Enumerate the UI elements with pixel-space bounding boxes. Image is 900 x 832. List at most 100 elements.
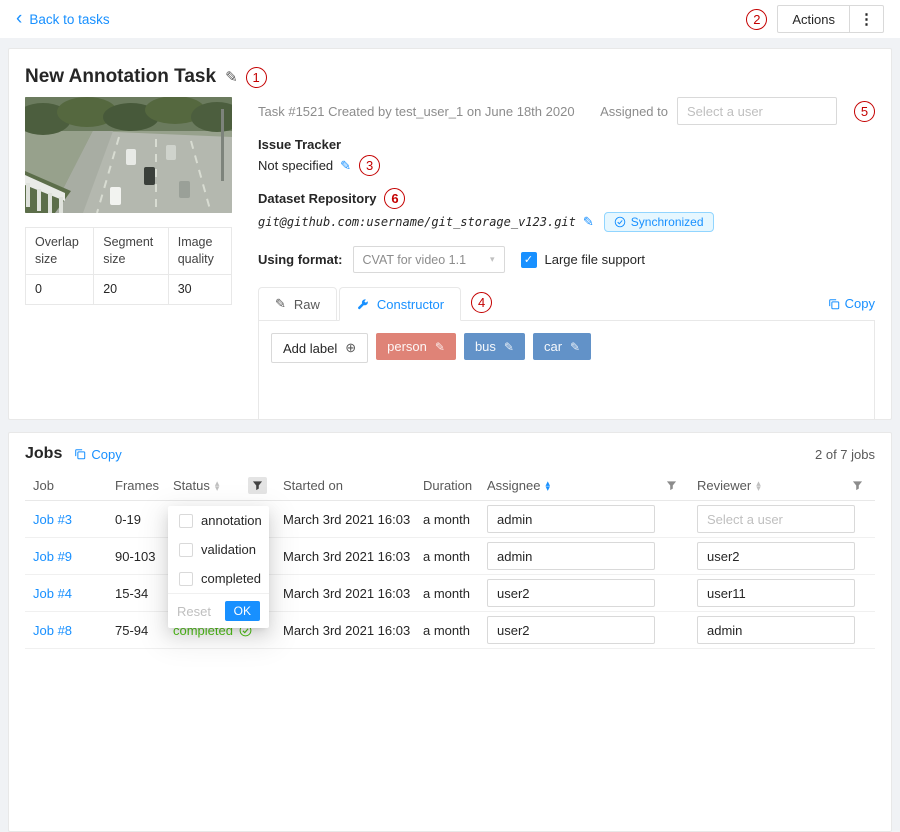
task-body: Overlap size Segment size Image quality …: [25, 97, 875, 420]
jobs-copy-link[interactable]: Copy: [74, 447, 121, 462]
checkbox-unchecked[interactable]: [179, 572, 193, 586]
params-header-row: Overlap size Segment size Image quality: [26, 228, 232, 275]
edit-label-icon[interactable]: ✎: [570, 340, 580, 354]
task-meta-text: Task #1521 Created by test_user_1 on Jun…: [258, 104, 575, 119]
sync-status-text: Synchronized: [631, 215, 704, 229]
more-vertical-icon[interactable]: ⋮: [850, 6, 883, 32]
status-sort-icon[interactable]: ▴▾: [215, 481, 220, 491]
column-header-reviewer: Reviewer ▴▾: [689, 471, 875, 501]
edit-label-icon[interactable]: ✎: [504, 340, 514, 354]
sync-icon: [614, 216, 626, 228]
assigned-to-group: Assigned to 5: [600, 97, 875, 125]
assignee-sort-icon[interactable]: ▴▾: [545, 481, 550, 491]
reviewer-filter-icon[interactable]: [848, 477, 867, 494]
dataset-repository-url[interactable]: git@github.com:username/git_storage_v123…: [258, 215, 576, 229]
status-filter-icon[interactable]: [248, 477, 267, 494]
checkbox-unchecked[interactable]: [179, 543, 193, 557]
job-frames: 0-19: [107, 501, 165, 538]
column-header-frames: Frames: [107, 471, 165, 501]
column-header-started-on: Started on: [275, 471, 415, 501]
back-to-tasks-link[interactable]: ‹ Back to tasks: [16, 11, 110, 28]
assignee-select[interactable]: [487, 542, 655, 570]
label-car-name: car: [544, 339, 562, 354]
filter-option-label: annotation: [201, 513, 262, 528]
task-details-card: New Annotation Task ✎ 1: [8, 48, 892, 420]
checkbox-unchecked[interactable]: [179, 514, 193, 528]
label-badge-person[interactable]: person ✎: [376, 333, 456, 360]
label-badge-bus[interactable]: bus ✎: [464, 333, 525, 360]
reviewer-select[interactable]: [697, 505, 855, 533]
jobs-table-header-row: Job Frames Status ▴▾ Started on: [25, 471, 875, 501]
task-preview-image: [25, 97, 232, 213]
filter-option-annotation[interactable]: annotation: [168, 506, 269, 535]
filter-ok-button[interactable]: OK: [225, 601, 260, 621]
edit-issue-tracker-icon[interactable]: ✎: [340, 158, 351, 174]
filter-reset-button[interactable]: Reset: [177, 604, 211, 619]
actions-button[interactable]: Actions ⋮: [777, 5, 884, 33]
filter-footer: Reset OK: [168, 593, 269, 628]
column-header-assignee: Assignee ▴▾: [479, 471, 689, 501]
filter-option-label: completed: [201, 571, 261, 586]
label-person-name: person: [387, 339, 427, 354]
job-link[interactable]: Job #3: [33, 512, 72, 527]
job-frames: 90-103: [107, 538, 165, 575]
chevron-left-icon: ‹: [16, 9, 22, 28]
assigned-to-select[interactable]: [677, 97, 837, 125]
task-title: New Annotation Task: [25, 66, 216, 88]
pencil-icon: ✎: [275, 296, 286, 312]
job-row-3: Job #4 15-34 March 3rd 2021 16:03 a mont…: [25, 575, 875, 612]
filter-option-completed[interactable]: completed: [168, 564, 269, 593]
jobs-table: Job Frames Status ▴▾ Started on: [25, 471, 875, 649]
callout-5: 5: [854, 101, 875, 122]
task-title-row: New Annotation Task ✎ 1: [25, 63, 875, 91]
assignee-select[interactable]: [487, 579, 655, 607]
job-row-1: Job #3 0-19 March 3rd 2021 16:03 a month: [25, 501, 875, 538]
large-file-support-checkbox[interactable]: ✓: [521, 252, 537, 268]
copy-icon: [828, 298, 840, 310]
params-value-row: 0 20 30: [26, 274, 232, 304]
tab-raw[interactable]: ✎ Raw: [258, 287, 337, 321]
dataset-repository-label: Dataset Repository: [258, 191, 376, 206]
edit-title-icon[interactable]: ✎: [225, 68, 238, 86]
job-row-4: Job #8 75-94 completed March 3rd 2021 16…: [25, 612, 875, 649]
filter-option-validation[interactable]: validation: [168, 535, 269, 564]
reviewer-select[interactable]: [697, 579, 855, 607]
edit-label-icon[interactable]: ✎: [435, 340, 445, 354]
add-label-text: Add label: [283, 341, 337, 356]
reviewer-sort-icon[interactable]: ▴▾: [756, 481, 761, 491]
reviewer-select[interactable]: [697, 616, 855, 644]
job-link[interactable]: Job #8: [33, 623, 72, 638]
assignee-column-label: Assignee: [487, 478, 540, 493]
param-image-quality-value: 30: [168, 274, 231, 304]
labels-copy-link[interactable]: Copy: [828, 296, 875, 320]
tab-constructor-label: Constructor: [377, 297, 444, 312]
copy-icon: [74, 448, 86, 460]
task-meta-row: Task #1521 Created by test_user_1 on Jun…: [258, 97, 875, 125]
jobs-card: Jobs Copy 2 of 7 jobs Job Frames: [8, 432, 892, 832]
issue-tracker-label: Issue Tracker: [258, 137, 875, 152]
dataset-repository-value-row: git@github.com:username/git_storage_v123…: [258, 212, 875, 232]
label-badge-car[interactable]: car ✎: [533, 333, 591, 360]
tab-constructor[interactable]: Constructor: [339, 287, 461, 321]
chevron-down-icon: ▾: [490, 254, 495, 265]
callout-4: 4: [471, 292, 492, 313]
column-header-duration: Duration: [415, 471, 479, 501]
assignee-filter-icon[interactable]: [662, 477, 681, 494]
reviewer-select[interactable]: [697, 542, 855, 570]
labels-copy-label: Copy: [845, 296, 875, 311]
large-file-support-label: Large file support: [545, 252, 645, 267]
wrench-icon: [356, 298, 369, 311]
job-link[interactable]: Job #4: [33, 586, 72, 601]
param-segment-size-value: 20: [94, 274, 168, 304]
job-link[interactable]: Job #9: [33, 549, 72, 564]
format-select[interactable]: CVAT for video 1.1 ▾: [353, 246, 505, 273]
add-label-button[interactable]: Add label ⊕: [271, 333, 368, 363]
plus-circle-icon: ⊕: [345, 340, 356, 356]
assignee-select[interactable]: [487, 505, 655, 533]
edit-repository-icon[interactable]: ✎: [583, 214, 594, 230]
job-started-on: March 3rd 2021 16:03: [275, 501, 415, 538]
assignee-select[interactable]: [487, 616, 655, 644]
assigned-to-label: Assigned to: [600, 104, 668, 119]
check-icon: ✓: [524, 253, 533, 266]
issue-tracker-value: Not specified: [258, 158, 333, 173]
